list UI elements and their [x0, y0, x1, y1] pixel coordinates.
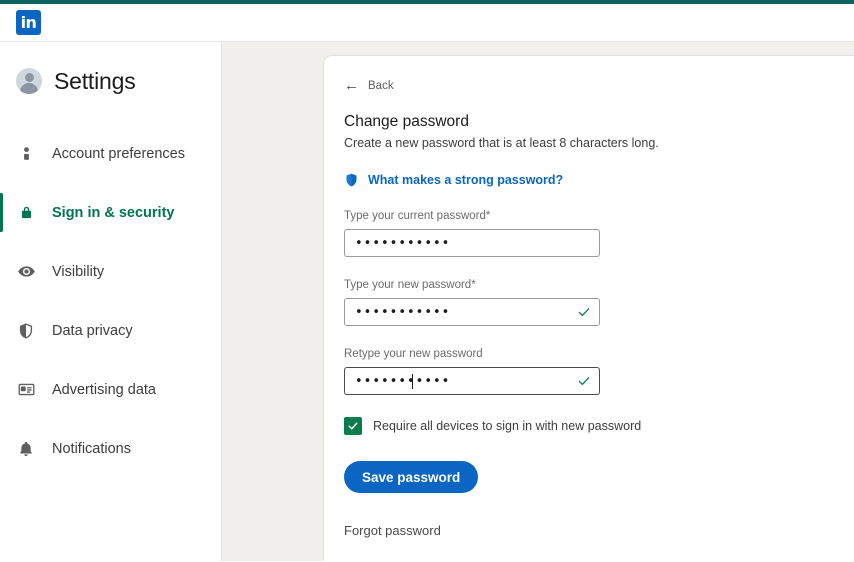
back-arrow-icon: ←: [344, 77, 359, 94]
settings-nav: Account preferences Sign in & security V…: [0, 124, 221, 478]
sidebar-item-label: Data privacy: [52, 322, 133, 339]
back-label: Back: [368, 79, 394, 92]
lock-icon: [16, 203, 36, 223]
sidebar-item-label: Account preferences: [52, 145, 185, 162]
sidebar-item-label: Advertising data: [52, 381, 156, 398]
new-password-input-wrap: [344, 298, 600, 326]
checkmark-icon: [348, 422, 358, 430]
current-password-input[interactable]: [344, 229, 600, 257]
save-password-button[interactable]: Save password: [344, 461, 479, 493]
shield-icon: [16, 321, 36, 341]
new-password-label: Type your new password*: [344, 279, 476, 291]
sidebar-item-label: Sign in & security: [52, 204, 175, 221]
sidebar-item-label: Visibility: [52, 263, 105, 280]
page-layout: Settings Account preferences Sign in & s…: [0, 42, 854, 561]
settings-sidebar: Settings Account preferences Sign in & s…: [0, 42, 222, 561]
card-title: Change password: [344, 113, 469, 130]
sidebar-item-advertising-data[interactable]: Advertising data: [0, 360, 221, 419]
ad-card-icon: [16, 380, 36, 400]
field-current-password: Type your current password*: [344, 210, 854, 257]
sidebar-item-account-preferences[interactable]: Account preferences: [0, 124, 221, 183]
forgot-password-link[interactable]: Forgot password: [344, 523, 854, 538]
sidebar-item-notifications[interactable]: Notifications: [0, 419, 221, 478]
sidebar-item-visibility[interactable]: Visibility: [0, 242, 221, 301]
sidebar-item-label: Notifications: [52, 440, 131, 457]
page-title: Settings: [54, 67, 136, 94]
shield-icon: [344, 172, 359, 188]
change-password-card: ← Back Change password Create a new pass…: [324, 56, 854, 561]
sidebar-item-sign-in-security[interactable]: Sign in & security: [0, 183, 221, 242]
global-header: in: [0, 4, 854, 42]
retype-new-password-label: Retype your new password: [344, 348, 483, 360]
back-button[interactable]: ← Back: [344, 78, 854, 93]
retype-new-password-input-wrap: [344, 367, 600, 395]
person-icon: [16, 144, 36, 164]
field-retype-new-password: Retype your new password: [344, 348, 854, 395]
strong-password-link-label: What makes a strong password?: [368, 173, 564, 187]
retype-new-password-input[interactable]: [344, 367, 600, 395]
sidebar-item-data-privacy[interactable]: Data privacy: [0, 301, 221, 360]
field-new-password: Type your new password*: [344, 279, 854, 326]
new-password-input[interactable]: [344, 298, 600, 326]
require-devices-checkbox-row[interactable]: Require all devices to sign in with new …: [344, 417, 854, 435]
strong-password-link[interactable]: What makes a strong password?: [344, 172, 854, 188]
eye-icon: [16, 262, 36, 282]
require-devices-checkbox[interactable]: [344, 417, 362, 435]
linkedin-logo[interactable]: in: [16, 10, 41, 35]
require-devices-checkbox-label: Require all devices to sign in with new …: [373, 419, 642, 433]
current-password-input-wrap: [344, 229, 600, 257]
card-subtitle: Create a new password that is at least 8…: [344, 136, 659, 150]
current-password-label: Type your current password*: [344, 210, 491, 222]
avatar: [16, 68, 42, 94]
bell-icon: [16, 439, 36, 459]
content-area: ← Back Change password Create a new pass…: [222, 42, 854, 561]
settings-header: Settings: [0, 58, 221, 104]
